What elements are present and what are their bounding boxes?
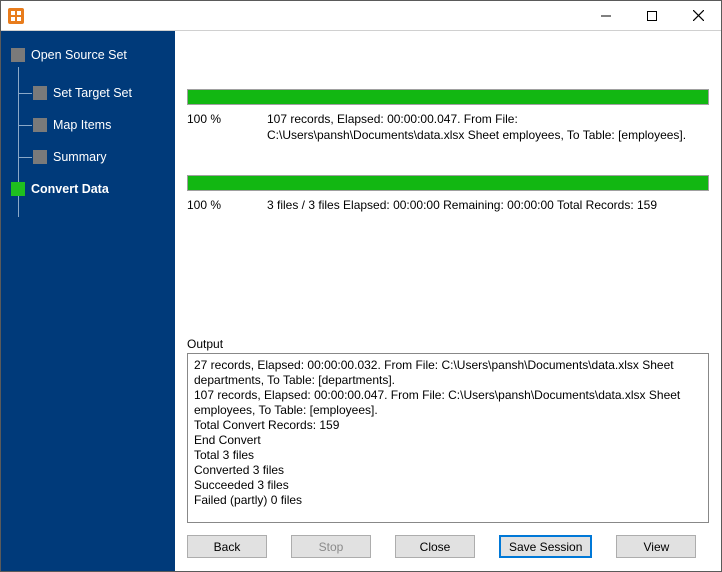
output-line: Succeeded 3 files [194, 478, 702, 493]
spacer [187, 143, 709, 175]
total-progress-text: 100 % 3 files / 3 files Elapsed: 00:00:0… [187, 197, 709, 213]
total-progress-fill [188, 176, 708, 190]
tree-connector-h [18, 157, 32, 158]
tree-connector-h [18, 125, 32, 126]
nav-tree: Open Source Set Set Target Set Map Items… [1, 41, 175, 203]
total-progress-percent: 100 % [187, 197, 267, 213]
nav-label: Map Items [53, 118, 111, 132]
titlebar-left [1, 7, 31, 25]
output-line: 27 records, Elapsed: 00:00:00.032. From … [194, 358, 702, 388]
nav-label: Open Source Set [31, 48, 127, 62]
app-window: Open Source Set Set Target Set Map Items… [0, 0, 722, 572]
close-wizard-button[interactable]: Close [395, 535, 475, 558]
total-progress-info: 3 files / 3 files Elapsed: 00:00:00 Rema… [267, 197, 709, 213]
stop-button[interactable]: Stop [291, 535, 371, 558]
nav-item-map-items[interactable]: Map Items [33, 111, 175, 139]
file-progress-section: 100 % 107 records, Elapsed: 00:00:00.047… [187, 89, 709, 143]
nav-label: Convert Data [31, 182, 109, 196]
view-button[interactable]: View [616, 535, 696, 558]
nav-item-open-source-set[interactable]: Open Source Set [11, 41, 175, 69]
tree-box-icon [11, 48, 25, 62]
nav-label: Set Target Set [53, 86, 132, 100]
button-bar: Back Stop Close Save Session View [175, 531, 721, 571]
nav-item-convert-data[interactable]: Convert Data [11, 175, 175, 203]
file-progress-info: 107 records, Elapsed: 00:00:00.047. From… [267, 111, 709, 143]
output-line: Converted 3 files [194, 463, 702, 478]
tree-box-icon [33, 86, 47, 100]
tree-box-icon [33, 150, 47, 164]
output-log[interactable]: 27 records, Elapsed: 00:00:00.032. From … [187, 353, 709, 523]
file-progress-percent: 100 % [187, 111, 267, 143]
file-progress-bar [187, 89, 709, 105]
nav-label: Summary [53, 150, 106, 164]
nav-item-set-target-set[interactable]: Set Target Set [33, 79, 175, 107]
file-progress-fill [188, 90, 708, 104]
total-progress-section: 100 % 3 files / 3 files Elapsed: 00:00:0… [187, 175, 709, 213]
close-button[interactable] [675, 1, 721, 30]
output-label: Output [187, 337, 709, 351]
maximize-button[interactable] [629, 1, 675, 30]
sidebar: Open Source Set Set Target Set Map Items… [1, 31, 175, 571]
tree-connector-h [18, 93, 32, 94]
output-line: Total 3 files [194, 448, 702, 463]
output-line: Failed (partly) 0 files [194, 493, 702, 508]
file-progress-line2: C:\Users\pansh\Documents\data.xlsx Sheet… [267, 127, 709, 143]
save-session-button[interactable]: Save Session [499, 535, 592, 558]
content-area: 100 % 107 records, Elapsed: 00:00:00.047… [175, 31, 721, 531]
minimize-button[interactable] [583, 1, 629, 30]
app-icon [7, 7, 25, 25]
file-progress-text: 100 % 107 records, Elapsed: 00:00:00.047… [187, 111, 709, 143]
back-button[interactable]: Back [187, 535, 267, 558]
nav-item-summary[interactable]: Summary [33, 143, 175, 171]
main-panel: 100 % 107 records, Elapsed: 00:00:00.047… [175, 31, 721, 571]
file-progress-line1: 107 records, Elapsed: 00:00:00.047. From… [267, 111, 709, 127]
window-controls [583, 1, 721, 30]
output-line: Total Convert Records: 159 [194, 418, 702, 433]
titlebar [1, 1, 721, 31]
output-line: 107 records, Elapsed: 00:00:00.047. From… [194, 388, 702, 418]
body: Open Source Set Set Target Set Map Items… [1, 31, 721, 571]
output-line: End Convert [194, 433, 702, 448]
tree-box-icon [11, 182, 25, 196]
tree-box-icon [33, 118, 47, 132]
total-progress-bar [187, 175, 709, 191]
